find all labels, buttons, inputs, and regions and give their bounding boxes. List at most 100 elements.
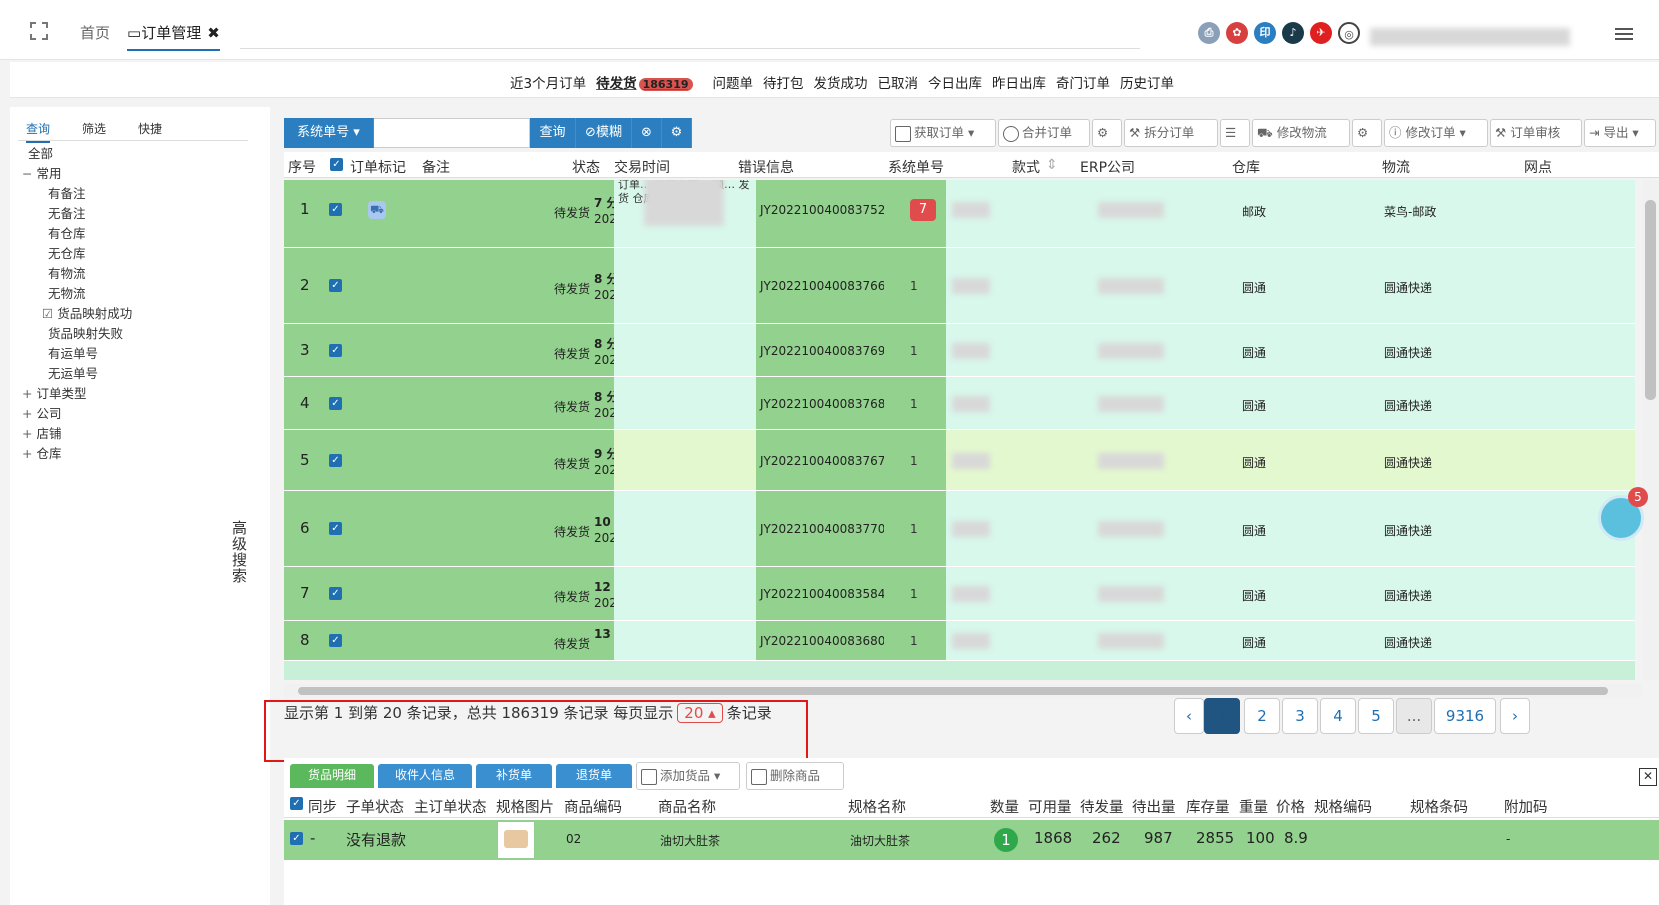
menu-icon[interactable] (1615, 28, 1633, 43)
detail-select-all-checkbox[interactable]: ✓ (290, 797, 303, 810)
sort-icon[interactable]: ⇕ (1046, 157, 1058, 173)
sidebar-tab-query[interactable]: 查询 (26, 120, 51, 143)
add-goods-button[interactable]: 添加货品 ▾ (636, 762, 740, 790)
table-row[interactable]: 6✓待发货10 分钟前2022-10-04 20:39:02JY20221004… (284, 491, 1635, 567)
row-sys-no[interactable]: JY202210040083767 (760, 454, 885, 468)
tree-item-10[interactable]: 有运单号 (48, 343, 98, 362)
status-link-7[interactable]: 昨日出库 (992, 76, 1046, 92)
expand-icon[interactable]: + (22, 446, 36, 461)
row-checkbox[interactable]: ✓ (329, 587, 342, 600)
merge-orders-button[interactable]: 合并订单 (998, 119, 1090, 147)
print-icon[interactable]: 印 (1254, 22, 1276, 44)
table-row[interactable]: 8✓待发货13 分钟前JY2022100400836801圆通圆通快递 (284, 621, 1635, 661)
row-checkbox[interactable]: ✓ (329, 453, 342, 467)
status-link-8[interactable]: 奇门订单 (1056, 76, 1110, 92)
select-all-checkbox[interactable]: ✓ (330, 158, 343, 171)
close-tab-icon[interactable]: ✖ (207, 24, 220, 42)
row-sys-no[interactable]: JY202210040083770 (760, 522, 885, 536)
next-page-button[interactable]: › (1500, 698, 1530, 734)
modify-logistics-button[interactable]: ⛟ 修改物流 (1252, 119, 1350, 147)
clear-icon[interactable]: ⊗ (632, 118, 662, 148)
row-checkbox[interactable]: ✓ (329, 396, 342, 410)
prev-page-button[interactable]: ‹ (1174, 698, 1204, 734)
tree-item-13[interactable]: + 公司 (22, 403, 61, 422)
table-row[interactable]: 7✓待发货12 分钟前2022-10-04 20:36:14JY20221004… (284, 567, 1635, 621)
row-checkbox[interactable]: ✓ (329, 203, 342, 216)
tree-item-14[interactable]: + 店铺 (22, 423, 61, 442)
status-link-5[interactable]: 已取消 (878, 76, 919, 92)
delete-goods-button[interactable]: 删除商品 (746, 762, 844, 790)
split-orders-button[interactable]: ⚒ 拆分订单 (1124, 119, 1218, 147)
sidebar-tab-filter[interactable]: 筛选 (82, 120, 106, 137)
tree-item-15[interactable]: + 仓库 (22, 443, 61, 462)
audit-order-button[interactable]: ⚒ 订单审核 (1490, 119, 1582, 147)
detail-row-checkbox[interactable]: ✓ (290, 832, 303, 845)
tree-item-11[interactable]: 无运单号 (48, 363, 98, 382)
page-button[interactable]: 9316 (1434, 698, 1496, 734)
tree-item-9[interactable]: 货品映射失败 (48, 323, 123, 342)
page-button[interactable]: 4 (1320, 698, 1356, 734)
tree-item-6[interactable]: 有物流 (48, 263, 86, 282)
detail-row[interactable]: ✓ - 没有退款 02 油切大肚茶 油切大肚茶 1 1868 262 987 2… (284, 820, 1659, 860)
page-button[interactable]: 2 (1244, 698, 1280, 734)
expand-icon[interactable]: + (22, 386, 36, 401)
table-row[interactable]: 4✓待发货8 分钟前2022-10-04 20:40:21JY202210040… (284, 377, 1635, 430)
status-link-3[interactable]: 待打包 (763, 76, 804, 92)
stamp-icon[interactable]: ✿ (1226, 22, 1248, 44)
row-sys-no[interactable]: JY202210040083768 (760, 397, 885, 411)
table-row[interactable]: 2✓待发货8 分钟前2022-10-04 20:40:32JY202210040… (284, 248, 1635, 324)
vertical-scroll-thumb[interactable] (1645, 200, 1656, 400)
row-sys-no[interactable]: JY202210040083766 (760, 279, 885, 293)
merge-settings-icon[interactable]: ⚙ (1092, 119, 1122, 147)
list-icon[interactable]: ☰ (1220, 119, 1250, 147)
row-checkbox[interactable]: ✓ (329, 343, 342, 357)
bird-icon[interactable]: ✈ (1310, 22, 1332, 44)
row-sys-no[interactable]: JY202210040083584 (760, 587, 885, 601)
status-link-6[interactable]: 今日出库 (928, 76, 982, 92)
tree-item-4[interactable]: 有仓库 (48, 223, 86, 242)
printer-icon[interactable]: ⎙ (1198, 22, 1220, 44)
status-link-1[interactable]: 待发货 186319 (596, 76, 702, 92)
tree-item-3[interactable]: 无备注 (48, 203, 86, 222)
close-panel-icon[interactable]: ✕ (1639, 768, 1657, 786)
vertical-scrollbar[interactable] (1642, 180, 1659, 680)
page-current[interactable]: 1 (1204, 698, 1240, 734)
fuzzy-button[interactable]: ⊘模糊 (576, 118, 632, 148)
page-button[interactable]: 3 (1282, 698, 1318, 734)
status-link-4[interactable]: 发货成功 (814, 76, 868, 92)
tab-replenish[interactable]: 补货单 (476, 764, 552, 788)
tree-item-8[interactable]: ☑ 货品映射成功 (42, 303, 132, 322)
row-checkbox[interactable]: ✓ (329, 279, 342, 292)
row-sys-no[interactable]: JY202210040083752 (760, 203, 885, 217)
collapse-icon[interactable]: − (22, 166, 36, 181)
tab-goods-detail[interactable]: 货品明细 (290, 764, 374, 788)
settings-icon[interactable]: ⚙ (662, 118, 692, 148)
sidebar-tab-quick[interactable]: 快捷 (138, 120, 162, 137)
tree-item-1[interactable]: − 常用 (22, 163, 61, 182)
target-icon[interactable]: ◎ (1338, 22, 1360, 44)
table-row[interactable]: 1✓⛟待发货7 分钟前2022-10-04 20:41:48订单… 当前仓库… … (284, 180, 1635, 248)
search-input[interactable] (374, 118, 530, 148)
modify-order-button[interactable]: ⓘ 修改订单 ▾ (1384, 119, 1488, 147)
tab-return[interactable]: 退货单 (556, 764, 632, 788)
logistics-settings-icon[interactable]: ⚙ (1352, 119, 1382, 147)
search-field-select[interactable]: 系统单号 ▾ (284, 118, 374, 148)
table-row[interactable]: 5✓待发货9 分钟前2022-10-04 20:39:31JY202210040… (284, 430, 1635, 491)
row-checkbox[interactable]: ✓ (329, 522, 342, 535)
table-row[interactable]: 3✓待发货8 分钟前2022-10-04 20:40:21JY202210040… (284, 324, 1635, 377)
expand-icon[interactable]: + (22, 426, 36, 441)
tree-item-2[interactable]: 有备注 (48, 183, 86, 202)
tab-recipient[interactable]: 收件人信息 (378, 764, 472, 788)
check-icon[interactable]: ☑ (42, 306, 57, 321)
row-checkbox[interactable]: ✓ (329, 634, 342, 647)
status-link-2[interactable]: 问题单 (713, 76, 754, 92)
tab-order-management[interactable]: ▭订单管理 ✖ (127, 22, 220, 51)
tab-home[interactable]: 首页 (80, 22, 110, 43)
tree-item-7[interactable]: 无物流 (48, 283, 86, 302)
fullscreen-icon[interactable] (30, 22, 48, 40)
tree-item-0[interactable]: 全部 (28, 143, 53, 162)
advanced-search-toggle[interactable]: 高级搜索 (232, 520, 248, 584)
tree-item-12[interactable]: + 订单类型 (22, 383, 86, 402)
status-link-9[interactable]: 历史订单 (1120, 76, 1174, 92)
expand-icon[interactable]: + (22, 406, 36, 421)
